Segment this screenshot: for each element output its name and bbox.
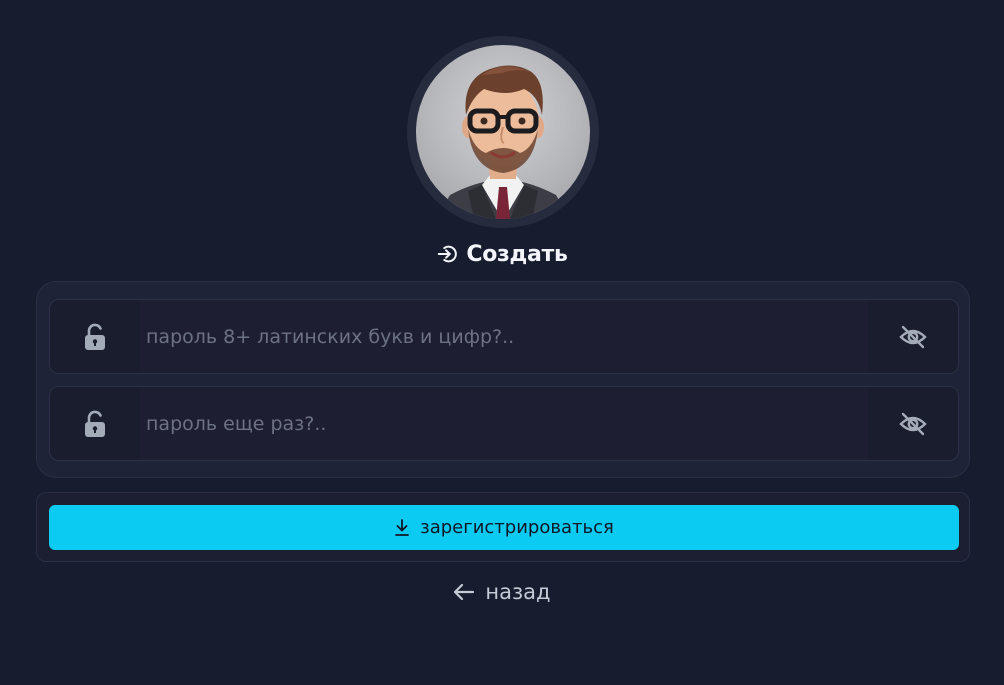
password-form: [36, 281, 970, 478]
register-button-label: зарегистрироваться: [420, 517, 614, 538]
register-actions: зарегистрироваться: [36, 492, 970, 562]
register-page: Создать зарегистрироваться назад: [0, 0, 1004, 685]
password-field: [49, 299, 959, 374]
password-repeat-input[interactable]: [140, 387, 868, 460]
password-repeat-field: [49, 386, 959, 461]
page-title: Создать: [0, 238, 1004, 270]
unlock-icon: [50, 387, 140, 460]
arrow-left-icon: [453, 583, 475, 601]
register-button[interactable]: зарегистрироваться: [49, 505, 959, 550]
unlock-icon: [50, 300, 140, 373]
login-icon: [436, 243, 458, 265]
user-avatar-image: [436, 65, 570, 219]
password-input[interactable]: [140, 300, 868, 373]
avatar-ring: [407, 36, 599, 228]
avatar: [416, 45, 590, 219]
eye-off-icon[interactable]: [868, 387, 958, 460]
download-icon: [394, 518, 410, 537]
back-link[interactable]: назад: [0, 576, 1004, 608]
back-link-label: назад: [485, 580, 551, 604]
eye-off-icon[interactable]: [868, 300, 958, 373]
page-title-text: Создать: [466, 241, 568, 267]
